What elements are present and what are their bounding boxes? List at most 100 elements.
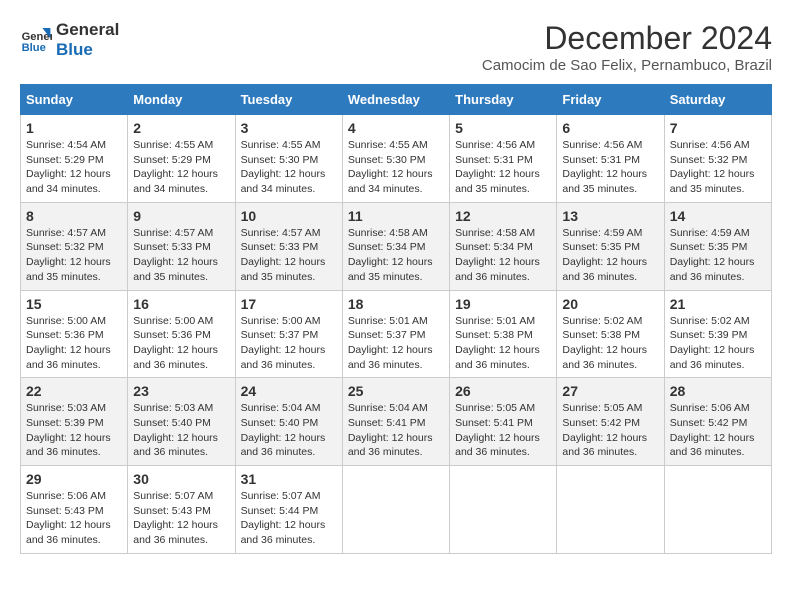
day-number: 10 [241, 208, 337, 224]
day-info: Sunrise: 4:55 AMSunset: 5:30 PMDaylight:… [241, 138, 337, 197]
day-info: Sunrise: 4:56 AMSunset: 5:32 PMDaylight:… [670, 138, 766, 197]
day-info: Sunrise: 4:58 AMSunset: 5:34 PMDaylight:… [348, 226, 444, 285]
calendar-cell: 19 Sunrise: 5:01 AMSunset: 5:38 PMDaylig… [450, 290, 557, 378]
day-info: Sunrise: 5:03 AMSunset: 5:40 PMDaylight:… [133, 401, 229, 460]
calendar-cell: 23 Sunrise: 5:03 AMSunset: 5:40 PMDaylig… [128, 378, 235, 466]
day-number: 26 [455, 383, 551, 399]
day-number: 5 [455, 120, 551, 136]
logo: General Blue General Blue [20, 20, 119, 61]
calendar-cell [664, 466, 771, 554]
column-header-wednesday: Wednesday [342, 85, 449, 115]
day-info: Sunrise: 5:03 AMSunset: 5:39 PMDaylight:… [26, 401, 122, 460]
calendar-cell: 30 Sunrise: 5:07 AMSunset: 5:43 PMDaylig… [128, 466, 235, 554]
calendar-week-3: 15 Sunrise: 5:00 AMSunset: 5:36 PMDaylig… [21, 290, 772, 378]
day-info: Sunrise: 5:04 AMSunset: 5:41 PMDaylight:… [348, 401, 444, 460]
day-number: 12 [455, 208, 551, 224]
day-info: Sunrise: 4:58 AMSunset: 5:34 PMDaylight:… [455, 226, 551, 285]
title-area: December 2024 Camocim de Sao Felix, Pern… [482, 20, 772, 74]
column-header-saturday: Saturday [664, 85, 771, 115]
day-info: Sunrise: 5:06 AMSunset: 5:42 PMDaylight:… [670, 401, 766, 460]
day-info: Sunrise: 5:05 AMSunset: 5:42 PMDaylight:… [562, 401, 658, 460]
day-number: 21 [670, 296, 766, 312]
day-number: 25 [348, 383, 444, 399]
day-number: 11 [348, 208, 444, 224]
calendar-cell: 9 Sunrise: 4:57 AMSunset: 5:33 PMDayligh… [128, 202, 235, 290]
calendar-cell: 18 Sunrise: 5:01 AMSunset: 5:37 PMDaylig… [342, 290, 449, 378]
day-number: 17 [241, 296, 337, 312]
column-header-friday: Friday [557, 85, 664, 115]
day-info: Sunrise: 5:00 AMSunset: 5:36 PMDaylight:… [26, 314, 122, 373]
calendar-cell: 14 Sunrise: 4:59 AMSunset: 5:35 PMDaylig… [664, 202, 771, 290]
calendar-cell [450, 466, 557, 554]
day-info: Sunrise: 4:54 AMSunset: 5:29 PMDaylight:… [26, 138, 122, 197]
calendar-cell: 3 Sunrise: 4:55 AMSunset: 5:30 PMDayligh… [235, 115, 342, 203]
day-number: 19 [455, 296, 551, 312]
calendar-cell: 1 Sunrise: 4:54 AMSunset: 5:29 PMDayligh… [21, 115, 128, 203]
calendar-cell: 26 Sunrise: 5:05 AMSunset: 5:41 PMDaylig… [450, 378, 557, 466]
calendar-cell: 5 Sunrise: 4:56 AMSunset: 5:31 PMDayligh… [450, 115, 557, 203]
day-info: Sunrise: 5:04 AMSunset: 5:40 PMDaylight:… [241, 401, 337, 460]
day-number: 14 [670, 208, 766, 224]
calendar-cell: 17 Sunrise: 5:00 AMSunset: 5:37 PMDaylig… [235, 290, 342, 378]
calendar-cell: 16 Sunrise: 5:00 AMSunset: 5:36 PMDaylig… [128, 290, 235, 378]
day-number: 15 [26, 296, 122, 312]
calendar-cell: 12 Sunrise: 4:58 AMSunset: 5:34 PMDaylig… [450, 202, 557, 290]
calendar-cell: 21 Sunrise: 5:02 AMSunset: 5:39 PMDaylig… [664, 290, 771, 378]
day-number: 30 [133, 471, 229, 487]
column-header-sunday: Sunday [21, 85, 128, 115]
day-number: 20 [562, 296, 658, 312]
day-info: Sunrise: 5:01 AMSunset: 5:37 PMDaylight:… [348, 314, 444, 373]
day-number: 6 [562, 120, 658, 136]
day-info: Sunrise: 4:59 AMSunset: 5:35 PMDaylight:… [562, 226, 658, 285]
calendar-week-2: 8 Sunrise: 4:57 AMSunset: 5:32 PMDayligh… [21, 202, 772, 290]
logo-icon: General Blue [20, 24, 52, 56]
calendar-cell: 31 Sunrise: 5:07 AMSunset: 5:44 PMDaylig… [235, 466, 342, 554]
day-number: 13 [562, 208, 658, 224]
day-info: Sunrise: 5:07 AMSunset: 5:43 PMDaylight:… [133, 489, 229, 548]
calendar-cell: 8 Sunrise: 4:57 AMSunset: 5:32 PMDayligh… [21, 202, 128, 290]
day-number: 31 [241, 471, 337, 487]
calendar-week-1: 1 Sunrise: 4:54 AMSunset: 5:29 PMDayligh… [21, 115, 772, 203]
column-header-monday: Monday [128, 85, 235, 115]
day-number: 18 [348, 296, 444, 312]
header-row: SundayMondayTuesdayWednesdayThursdayFrid… [21, 85, 772, 115]
calendar-cell [342, 466, 449, 554]
day-number: 16 [133, 296, 229, 312]
day-info: Sunrise: 5:00 AMSunset: 5:37 PMDaylight:… [241, 314, 337, 373]
day-number: 29 [26, 471, 122, 487]
day-info: Sunrise: 5:00 AMSunset: 5:36 PMDaylight:… [133, 314, 229, 373]
calendar-cell: 11 Sunrise: 4:58 AMSunset: 5:34 PMDaylig… [342, 202, 449, 290]
day-number: 22 [26, 383, 122, 399]
day-info: Sunrise: 4:57 AMSunset: 5:32 PMDaylight:… [26, 226, 122, 285]
day-info: Sunrise: 5:02 AMSunset: 5:39 PMDaylight:… [670, 314, 766, 373]
day-number: 23 [133, 383, 229, 399]
day-info: Sunrise: 4:55 AMSunset: 5:29 PMDaylight:… [133, 138, 229, 197]
calendar-cell: 24 Sunrise: 5:04 AMSunset: 5:40 PMDaylig… [235, 378, 342, 466]
column-header-tuesday: Tuesday [235, 85, 342, 115]
logo-general: General [56, 20, 119, 40]
day-number: 1 [26, 120, 122, 136]
day-info: Sunrise: 4:59 AMSunset: 5:35 PMDaylight:… [670, 226, 766, 285]
calendar-cell: 22 Sunrise: 5:03 AMSunset: 5:39 PMDaylig… [21, 378, 128, 466]
svg-text:Blue: Blue [22, 43, 46, 55]
calendar-cell: 2 Sunrise: 4:55 AMSunset: 5:29 PMDayligh… [128, 115, 235, 203]
calendar-week-5: 29 Sunrise: 5:06 AMSunset: 5:43 PMDaylig… [21, 466, 772, 554]
day-number: 2 [133, 120, 229, 136]
column-header-thursday: Thursday [450, 85, 557, 115]
day-info: Sunrise: 5:06 AMSunset: 5:43 PMDaylight:… [26, 489, 122, 548]
day-number: 8 [26, 208, 122, 224]
calendar-cell: 10 Sunrise: 4:57 AMSunset: 5:33 PMDaylig… [235, 202, 342, 290]
calendar-cell: 7 Sunrise: 4:56 AMSunset: 5:32 PMDayligh… [664, 115, 771, 203]
day-number: 4 [348, 120, 444, 136]
day-info: Sunrise: 5:05 AMSunset: 5:41 PMDaylight:… [455, 401, 551, 460]
day-info: Sunrise: 5:02 AMSunset: 5:38 PMDaylight:… [562, 314, 658, 373]
calendar-cell: 20 Sunrise: 5:02 AMSunset: 5:38 PMDaylig… [557, 290, 664, 378]
day-info: Sunrise: 5:01 AMSunset: 5:38 PMDaylight:… [455, 314, 551, 373]
location-subtitle: Camocim de Sao Felix, Pernambuco, Brazil [482, 57, 772, 74]
day-number: 28 [670, 383, 766, 399]
day-info: Sunrise: 4:57 AMSunset: 5:33 PMDaylight:… [241, 226, 337, 285]
calendar-cell [557, 466, 664, 554]
calendar-cell: 25 Sunrise: 5:04 AMSunset: 5:41 PMDaylig… [342, 378, 449, 466]
day-number: 3 [241, 120, 337, 136]
day-number: 7 [670, 120, 766, 136]
